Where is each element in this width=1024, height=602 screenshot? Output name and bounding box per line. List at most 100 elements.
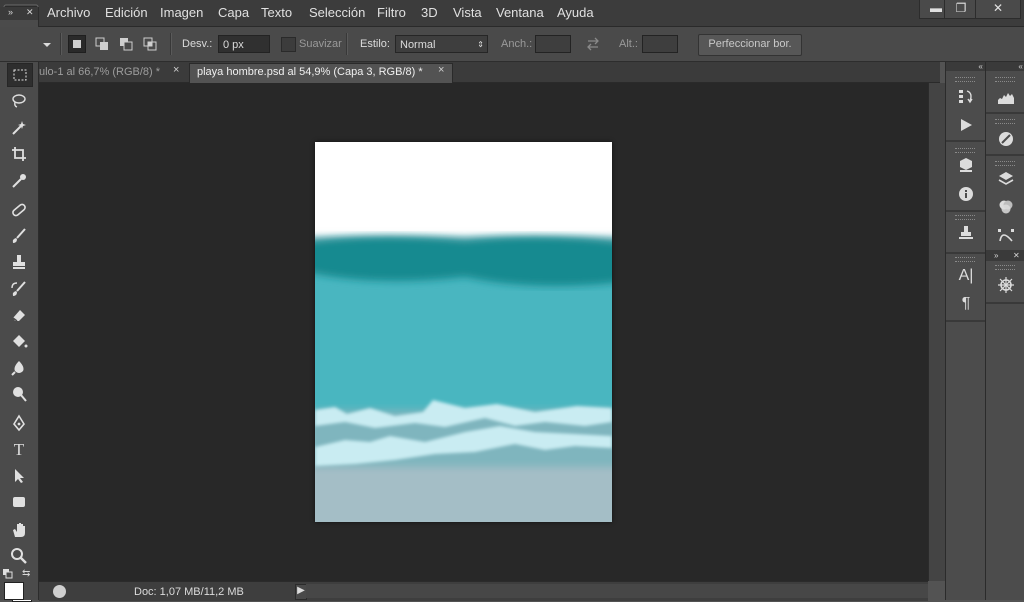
- panel-divider: [946, 210, 985, 212]
- panel-divider: [986, 112, 1024, 114]
- menu-bar: Archivo Edición Imagen Capa Texto Selecc…: [0, 0, 1024, 27]
- width-label: Anch.:: [501, 38, 533, 50]
- tools-panel: » ✕ ✥ T: [0, 7, 39, 602]
- close-panel-icon[interactable]: ✕: [26, 7, 34, 18]
- panel-divider: [986, 154, 1024, 156]
- collapse-dock-icon[interactable]: «: [986, 62, 1024, 71]
- path-selection-tool-icon[interactable]: [7, 465, 31, 487]
- pen-tool-icon[interactable]: [7, 412, 31, 434]
- type-tool-icon[interactable]: T: [7, 439, 31, 461]
- lasso-tool-icon[interactable]: [7, 90, 31, 112]
- horizontal-scrollbar[interactable]: [306, 584, 928, 598]
- brush-tool-icon[interactable]: [7, 225, 31, 247]
- tab-playa-hombre[interactable]: playa hombre.psd al 54,9% (Capa 3, RGB/8…: [191, 64, 431, 82]
- vertical-scrollbar[interactable]: [928, 83, 945, 581]
- healing-brush-tool-icon[interactable]: [7, 199, 31, 221]
- collapse-dock-icon[interactable]: «: [946, 62, 985, 71]
- status-menu-icon[interactable]: [53, 585, 66, 598]
- subtract-selection-icon[interactable]: [117, 35, 135, 53]
- document-canvas[interactable]: [315, 142, 612, 522]
- adjustments-panel-icon[interactable]: [995, 128, 1017, 150]
- blur-tool-icon[interactable]: [7, 357, 31, 379]
- tools-panel-header: » ✕: [0, 7, 38, 20]
- intersect-selection-icon[interactable]: [141, 35, 159, 53]
- paragraph-panel-icon[interactable]: ¶: [955, 293, 977, 315]
- clone-stamp-tool-icon[interactable]: [7, 251, 31, 273]
- clone-source-panel-icon[interactable]: [955, 222, 977, 244]
- menu-ventana[interactable]: Ventana: [496, 5, 544, 20]
- menu-3d[interactable]: 3D: [421, 5, 438, 20]
- eyedropper-tool-icon[interactable]: [7, 170, 31, 192]
- beach-painting: [315, 142, 612, 522]
- restore-button[interactable]: ❐: [944, 0, 978, 19]
- style-select[interactable]: Normal ⇕: [395, 35, 488, 53]
- dodge-tool-icon[interactable]: [7, 383, 31, 405]
- panel-grip[interactable]: [995, 77, 1015, 82]
- history-brush-tool-icon[interactable]: [7, 278, 31, 300]
- close-window-button[interactable]: ✕: [975, 0, 1021, 19]
- menu-imagen[interactable]: Imagen: [160, 5, 203, 20]
- default-colors-icon[interactable]: [3, 568, 13, 579]
- panel-grip[interactable]: [955, 77, 975, 82]
- height-label: Alt.:: [619, 38, 638, 50]
- feather-input[interactable]: 0 px: [218, 35, 270, 53]
- collapse-panel-icon[interactable]: »: [8, 7, 13, 17]
- navigator-panel-icon[interactable]: [995, 274, 1017, 296]
- menu-ayuda[interactable]: Ayuda: [557, 5, 594, 20]
- menu-capa[interactable]: Capa: [218, 5, 249, 20]
- paths-panel-icon[interactable]: [995, 224, 1017, 246]
- add-selection-icon[interactable]: [93, 35, 111, 53]
- menu-edicion[interactable]: Edición: [105, 5, 148, 20]
- close-panel-icon[interactable]: ✕: [1013, 251, 1020, 260]
- crop-tool-icon[interactable]: [7, 143, 31, 165]
- magic-wand-tool-icon[interactable]: [7, 117, 31, 139]
- panel-divider: [986, 302, 1024, 304]
- menu-archivo[interactable]: Archivo: [47, 5, 90, 20]
- antialias-label: Suavizar: [299, 38, 342, 50]
- menu-filtro[interactable]: Filtro: [377, 5, 406, 20]
- sea-mid: [315, 270, 612, 410]
- tool-preset-picker[interactable]: [40, 37, 54, 51]
- character-panel-icon[interactable]: A|: [955, 265, 977, 287]
- panel-grip[interactable]: [955, 148, 975, 153]
- menu-vista[interactable]: Vista: [453, 5, 482, 20]
- menu-seleccion[interactable]: Selección: [309, 5, 365, 20]
- zoom-tool-icon[interactable]: [7, 545, 31, 567]
- foreground-color-swatch[interactable]: [4, 582, 24, 600]
- panel-grip[interactable]: [995, 265, 1015, 270]
- panel-grip[interactable]: [955, 215, 975, 220]
- height-input[interactable]: [642, 35, 678, 53]
- panel-grip[interactable]: [955, 257, 975, 262]
- refine-edge-button[interactable]: Perfeccionar bor.: [698, 34, 802, 56]
- options-bar: Desv.: 0 px Suavizar Estilo: Normal ⇕ An…: [0, 27, 1024, 62]
- tab-document-1[interactable]: ulo-1 al 66,7% (RGB/8) *: [33, 64, 179, 82]
- marquee-tool-icon[interactable]: [7, 63, 33, 87]
- paint-bucket-tool-icon[interactable]: [7, 330, 31, 352]
- rectangle-tool-icon[interactable]: [7, 491, 31, 513]
- new-selection-icon[interactable]: [68, 35, 86, 53]
- tab-close-icon[interactable]: ×: [438, 64, 444, 76]
- layers-panel-icon[interactable]: [995, 168, 1017, 190]
- panel-dock-right: « » ✕: [985, 62, 1024, 600]
- width-input[interactable]: [535, 35, 571, 53]
- histogram-panel-icon[interactable]: [995, 86, 1017, 108]
- document-tab-bar: ulo-1 al 66,7% (RGB/8) * × playa hombre.…: [39, 62, 940, 84]
- channels-panel-icon[interactable]: [995, 196, 1017, 218]
- style-label: Estilo:: [360, 38, 390, 50]
- hand-tool-icon[interactable]: [7, 519, 31, 541]
- history-panel-icon[interactable]: [955, 85, 977, 107]
- status-bar: Doc: 1,07 MB/11,2 MB ▶: [39, 581, 928, 601]
- swap-dimensions-icon[interactable]: [585, 36, 601, 52]
- tab-close-icon[interactable]: ×: [173, 64, 179, 76]
- collapse-panel-icon[interactable]: »: [994, 251, 998, 260]
- panel-grip[interactable]: [995, 161, 1015, 166]
- panel-grip[interactable]: [995, 119, 1015, 124]
- 3d-panel-icon[interactable]: [955, 154, 977, 176]
- eraser-tool-icon[interactable]: [7, 304, 31, 326]
- antialias-checkbox[interactable]: [281, 37, 296, 52]
- menu-texto[interactable]: Texto: [261, 5, 292, 20]
- separator: [346, 33, 348, 55]
- info-panel-icon[interactable]: [955, 183, 977, 205]
- actions-panel-icon[interactable]: [955, 114, 977, 136]
- swap-colors-icon[interactable]: ⇆: [22, 568, 30, 579]
